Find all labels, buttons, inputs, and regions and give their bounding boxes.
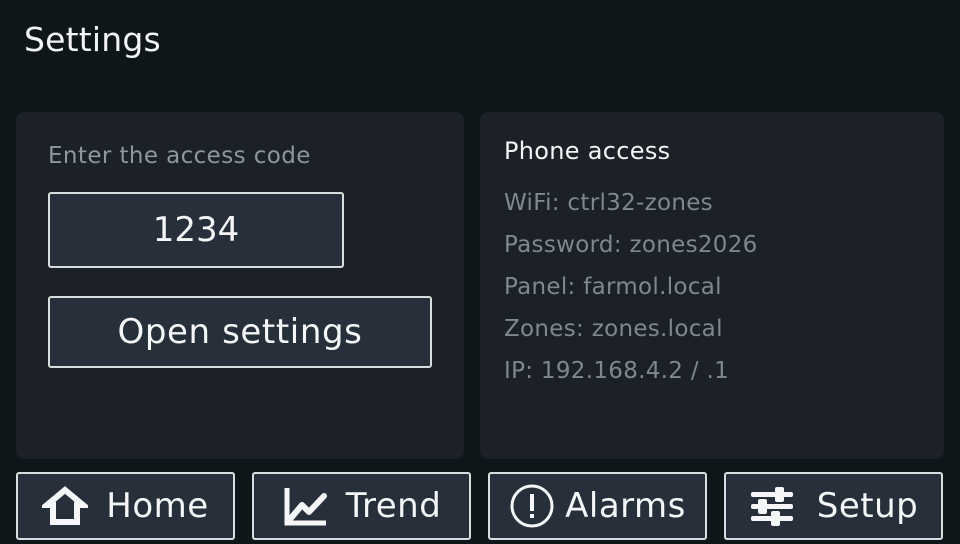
zones-host-info: Zones: zones.local — [504, 316, 723, 342]
nav-home-label: Home — [106, 486, 209, 526]
phone-access-title: Phone access — [504, 137, 671, 165]
ip-info: IP: 192.168.4.2 / .1 — [504, 358, 730, 384]
wifi-info: WiFi: ctrl32-zones — [504, 190, 713, 216]
home-icon — [42, 485, 89, 527]
open-settings-button[interactable]: Open settings — [48, 296, 432, 368]
access-code-input[interactable] — [48, 192, 344, 268]
panel-host-info: Panel: farmol.local — [504, 274, 722, 300]
alert-circle-icon — [509, 483, 555, 529]
sliders-icon — [749, 486, 795, 526]
password-info: Password: zones2026 — [504, 232, 758, 258]
nav-alarms-button[interactable]: Alarms — [488, 472, 707, 540]
access-code-label: Enter the access code — [48, 143, 311, 169]
phone-access-info: WiFi: ctrl32-zones Password: zones2026 P… — [504, 182, 758, 392]
nav-home-button[interactable]: Home — [16, 472, 235, 540]
nav-trend-button[interactable]: Trend — [252, 472, 471, 540]
access-code-panel: Enter the access code Open settings — [16, 112, 464, 459]
nav-trend-label: Trend — [345, 486, 442, 526]
phone-access-panel: Phone access WiFi: ctrl32-zones Password… — [480, 112, 944, 459]
trend-icon — [282, 485, 328, 527]
nav-alarms-label: Alarms — [565, 486, 686, 526]
nav-setup-button[interactable]: Setup — [724, 472, 943, 540]
nav-setup-label: Setup — [816, 486, 919, 526]
page-title: Settings — [24, 20, 161, 59]
